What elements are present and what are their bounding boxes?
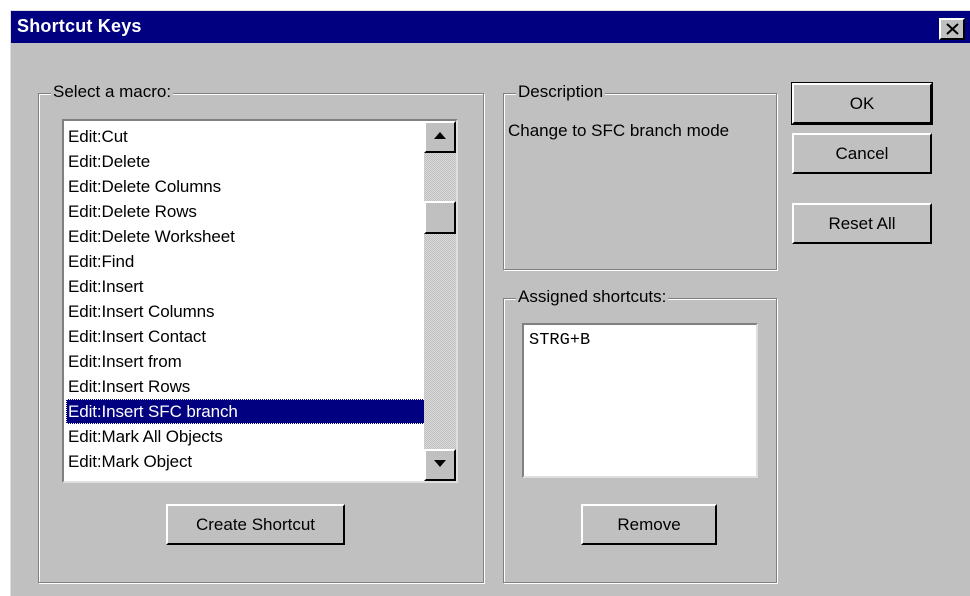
description-group-label: Description xyxy=(516,82,606,102)
macro-list-item[interactable]: Edit:Insert xyxy=(66,274,456,299)
scroll-up-button[interactable] xyxy=(424,121,456,153)
macro-list-item[interactable]: Edit:Delete Worksheet xyxy=(66,224,456,249)
reset-all-label: Reset All xyxy=(828,214,896,233)
ok-button[interactable]: OK xyxy=(791,82,933,125)
ok-label: OK xyxy=(849,94,875,113)
macro-list-item[interactable]: Edit:Insert from xyxy=(66,349,456,374)
arrow-up-icon xyxy=(434,132,446,139)
shortcut-item[interactable]: STRG+B xyxy=(529,331,590,350)
create-shortcut-label: Create Shortcut xyxy=(195,515,316,534)
shortcuts-list[interactable]: STRG+B xyxy=(522,323,758,478)
remove-label: Remove xyxy=(617,515,681,534)
shortcuts-group-label: Assigned shortcuts: xyxy=(516,287,669,307)
macro-list-item[interactable]: Edit:Insert Contact xyxy=(66,324,456,349)
macro-list-item[interactable]: Edit:Find xyxy=(66,249,456,274)
close-button[interactable] xyxy=(939,18,965,40)
scroll-down-button[interactable] xyxy=(424,449,456,481)
cancel-label: Cancel xyxy=(835,144,889,163)
macro-list-item[interactable]: Edit:Cut xyxy=(66,124,456,149)
macro-list-item[interactable]: Edit:Mark All Objects xyxy=(66,424,456,449)
create-shortcut-button[interactable]: Create Shortcut xyxy=(166,504,345,545)
macro-list-item[interactable]: Edit:Insert Columns xyxy=(66,299,456,324)
arrow-down-icon xyxy=(434,460,446,467)
macro-list-item[interactable]: Edit:Delete xyxy=(66,149,456,174)
close-icon xyxy=(946,23,959,35)
macro-list-item[interactable]: Edit:Mark Object xyxy=(66,449,456,474)
macro-list-scrollbar[interactable] xyxy=(424,121,456,481)
macro-group-label: Select a macro: xyxy=(51,82,174,102)
reset-all-button[interactable]: Reset All xyxy=(792,203,932,244)
macro-list-item[interactable]: Edit:Insert SFC branch xyxy=(66,399,456,424)
window-title: Shortcut Keys xyxy=(17,16,142,36)
macro-list-item[interactable]: Edit:Delete Rows xyxy=(66,199,456,224)
macro-list-item[interactable]: Edit:Insert Rows xyxy=(66,374,456,399)
cancel-button[interactable]: Cancel xyxy=(792,133,932,174)
macro-list-items: Edit:Cut Edit:Delete Edit:Delete Columns Ed… xyxy=(66,124,456,474)
title-bar: Shortcut Keys xyxy=(11,11,970,43)
macro-list-item[interactable]: Edit:Delete Columns xyxy=(66,174,456,199)
shortcut-keys-dialog: Shortcut Keys Select a macro: Edit:Cut Ed… xyxy=(10,10,970,596)
remove-button[interactable]: Remove xyxy=(581,504,717,545)
scroll-thumb[interactable] xyxy=(424,201,456,234)
macro-list[interactable]: Edit:Cut Edit:Delete Edit:Delete Columns Ed… xyxy=(62,119,458,483)
description-text: Change to SFC branch mode xyxy=(508,121,730,140)
